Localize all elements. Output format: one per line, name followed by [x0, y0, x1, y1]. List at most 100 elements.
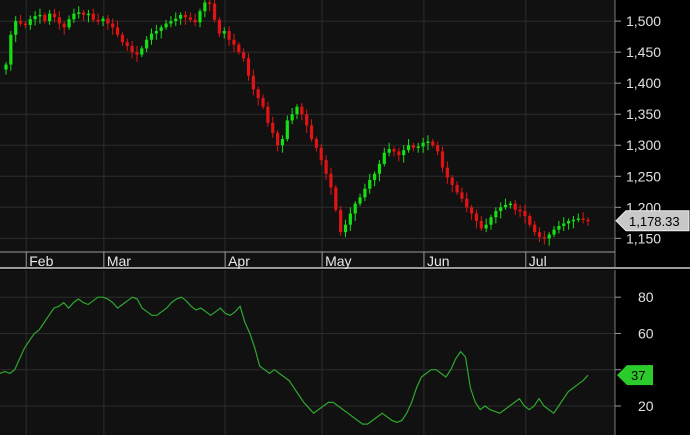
candle-body — [363, 188, 367, 198]
candle-body — [431, 141, 435, 146]
candle-body — [86, 13, 91, 16]
candle-body — [339, 209, 343, 233]
candle-body — [382, 152, 386, 164]
price-y-tick-label: 1,500 — [626, 13, 661, 29]
oscillator-panel-background — [0, 270, 615, 435]
candle-body — [18, 21, 23, 24]
candle-body — [261, 98, 265, 107]
candle-body — [145, 39, 149, 49]
candle-body — [77, 12, 81, 14]
candle-body — [455, 184, 459, 193]
x-tick-label: Jul — [529, 253, 547, 269]
candle-body — [489, 217, 493, 225]
candle-body — [542, 237, 546, 239]
candle-body — [305, 114, 309, 126]
candle-body — [4, 64, 8, 70]
candle-body — [329, 173, 333, 188]
candle-body — [222, 31, 226, 34]
candle-body — [518, 209, 522, 212]
candle-body — [67, 19, 71, 28]
candle-body — [14, 21, 18, 35]
candle-body — [533, 224, 537, 233]
candle-body — [91, 13, 95, 20]
candle-body — [421, 142, 425, 147]
candle-body — [499, 207, 503, 212]
candle-body — [276, 132, 280, 146]
candle-body — [397, 151, 401, 156]
candle-body — [38, 14, 42, 17]
candle-body — [208, 2, 212, 4]
candle-body — [174, 18, 178, 22]
candle-body — [72, 13, 76, 20]
candle-body — [373, 173, 377, 180]
candle-body — [537, 232, 542, 238]
candle-body — [120, 34, 124, 43]
x-tick-label: Apr — [228, 253, 250, 269]
candle-body — [324, 160, 328, 174]
candle-body — [295, 106, 299, 115]
candle-body — [203, 2, 207, 12]
x-tick-label: Jun — [427, 253, 450, 269]
candle-body — [392, 148, 396, 152]
candle-body — [43, 14, 47, 22]
candle-body — [406, 145, 411, 151]
candle-body — [300, 106, 304, 115]
candle-body — [33, 16, 37, 20]
candle-body — [242, 52, 246, 59]
candle-body — [552, 229, 556, 235]
candle-body — [57, 17, 61, 24]
candle-body — [285, 120, 289, 140]
candle-body — [416, 146, 420, 148]
candle-body — [402, 150, 406, 156]
chart-canvas: 1,1501,2001,2501,3001,3501,4001,4501,500… — [0, 0, 690, 435]
candle-body — [28, 19, 32, 25]
candle-body — [508, 203, 512, 206]
candle-body — [353, 203, 357, 214]
candle-body — [334, 187, 338, 210]
candle-body — [82, 12, 86, 15]
candle-body — [9, 34, 13, 65]
candle-body — [571, 219, 576, 222]
candle-body — [581, 218, 585, 220]
candle-body — [479, 220, 483, 229]
candle-body — [125, 42, 129, 46]
x-tick-label: Mar — [107, 253, 131, 269]
price-y-tick-label: 1,450 — [626, 44, 661, 60]
candle-body — [377, 163, 382, 174]
candle-body — [48, 13, 52, 22]
candle-body — [460, 192, 464, 199]
candle-body — [470, 207, 474, 214]
candle-body — [266, 106, 270, 123]
candle-body — [154, 31, 158, 34]
candle-body — [232, 39, 236, 45]
candle-body — [547, 234, 551, 239]
candle-body — [106, 18, 110, 24]
candle-body — [135, 52, 139, 55]
candle-body — [513, 203, 517, 210]
candle-body — [503, 204, 508, 208]
oscillator-y-tick-label: 80 — [638, 289, 654, 305]
candle-body — [314, 139, 318, 148]
candle-body — [523, 211, 527, 216]
candle-body — [237, 44, 241, 53]
candle-body — [149, 33, 154, 40]
candle-body — [567, 220, 571, 224]
price-y-tick-label: 1,350 — [626, 106, 661, 122]
candle-body — [140, 48, 144, 55]
candle-body — [198, 11, 202, 23]
candle-body — [246, 58, 251, 76]
candle-body — [368, 180, 372, 189]
candle-body — [411, 145, 415, 148]
candle-body — [159, 27, 163, 32]
candle-body — [343, 224, 348, 233]
candle-body — [130, 45, 134, 53]
candle-body — [256, 89, 260, 99]
candle-body — [484, 224, 488, 229]
candle-body — [562, 223, 566, 226]
candle-body — [450, 177, 454, 185]
candle-body — [348, 213, 352, 225]
oscillator-y-tick-label: 20 — [638, 398, 654, 414]
candle-body — [212, 3, 217, 20]
candle-body — [227, 31, 231, 40]
candle-body — [164, 23, 168, 28]
